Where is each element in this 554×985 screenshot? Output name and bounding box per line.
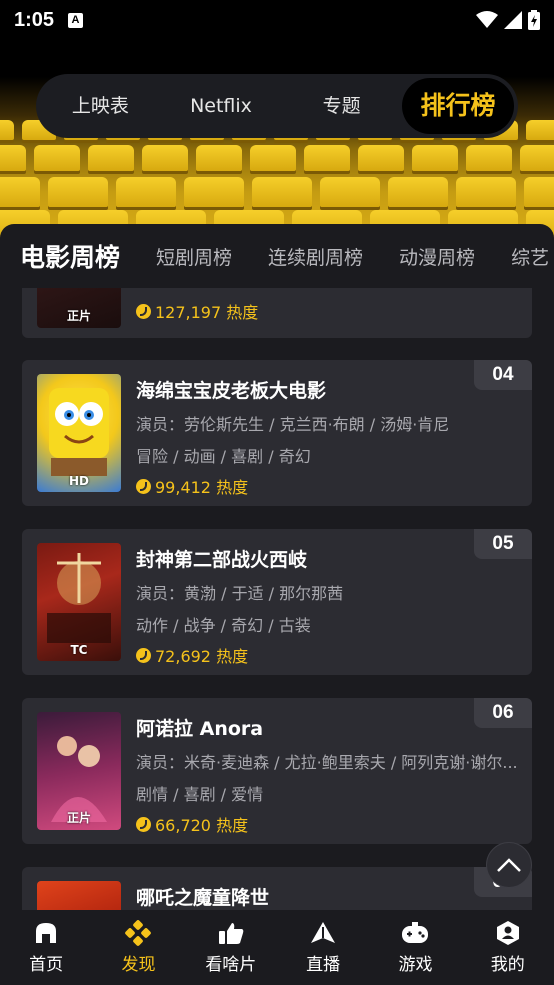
movie-title: 封神第二部战火西岐 (136, 549, 308, 571)
heat-icon (136, 816, 151, 832)
seat-row (0, 145, 554, 171)
ranking-list: 正片 127,197 热度 04 HD 海绵宝宝皮老板大电影 演员：劳伦斯先生 … (0, 288, 554, 914)
list-item[interactable]: 正片 127,197 热度 (22, 288, 532, 338)
movie-cast: 演员：劳伦斯先生 / 克兰西·布朗 / 汤姆·肯尼 (136, 415, 450, 434)
heat-score: 127,197 热度 (136, 299, 528, 323)
category-tabs: 电影周榜 短剧周榜 连续剧周榜 动漫周榜 综艺 (0, 224, 554, 288)
discover-icon (124, 920, 152, 946)
tab-topics[interactable]: 专题 (281, 78, 402, 134)
thumbs-up-icon (217, 920, 245, 946)
nav-profile[interactable]: 我的 (462, 910, 554, 985)
heat-icon (136, 647, 151, 663)
notification-icon: A (68, 12, 84, 28)
poster-badge: HD (68, 474, 89, 488)
profile-icon (494, 920, 522, 946)
tab-series-weekly[interactable]: 连续剧周榜 (268, 243, 363, 270)
poster-badge: 正片 (66, 309, 91, 323)
poster-image: HD (37, 374, 121, 492)
heat-score: 99,412 热度 (136, 474, 528, 498)
movie-genres: 冒险 / 动画 / 喜剧 / 奇幻 (136, 447, 311, 466)
nav-label: 首页 (29, 955, 64, 975)
movie-genres: 动作 / 战争 / 奇幻 / 古装 (136, 616, 311, 635)
nav-label: 发现 (121, 955, 156, 975)
nav-home[interactable]: 首页 (0, 910, 92, 985)
tab-anime-weekly[interactable]: 动漫周榜 (399, 243, 475, 270)
list-item[interactable]: 05 TC 封神第二部战火西岐 演员：黄渤 / 于适 / 那尔那茜 动作 / 战… (22, 529, 532, 675)
tab-short-drama-weekly[interactable]: 短剧周榜 (156, 243, 232, 270)
movie-cast: 演员：黄渤 / 于适 / 那尔那茜 (136, 584, 344, 603)
movie-title: 阿诺拉 Anora (136, 718, 264, 740)
chevron-up-icon (497, 858, 521, 872)
movie-title: 哪吒之魔童降世 (136, 887, 270, 909)
movie-genres: 剧情 / 喜剧 / 爱情 (136, 785, 264, 804)
seat-row (0, 177, 554, 207)
bottom-nav: 首页 发现 看啥片 直播 游戏 我的 (0, 910, 554, 985)
heat-score: 66,720 热度 (136, 812, 528, 836)
tab-variety[interactable]: 综艺 (511, 243, 549, 270)
rankings-panel: 电影周榜 短剧周榜 连续剧周榜 动漫周榜 综艺 正片 127,197 热度 04 (0, 224, 554, 914)
nav-label: 游戏 (398, 955, 433, 975)
nav-discover[interactable]: 发现 (92, 910, 184, 985)
top-tabs: 上映表 Netflix 专题 排行榜 (36, 74, 518, 138)
movie-title: 海绵宝宝皮老板大电影 (136, 380, 327, 402)
scroll-to-top-button[interactable] (486, 842, 532, 888)
battery-icon (528, 10, 540, 30)
gamepad-icon (401, 920, 429, 946)
nav-recommend[interactable]: 看啥片 (185, 910, 277, 985)
nav-games[interactable]: 游戏 (369, 910, 461, 985)
list-item[interactable]: 06 正片 阿诺拉 Anora 演员：米奇·麦迪森 / 尤拉·鲍里索夫 / 阿列… (22, 698, 532, 844)
signal-icon (504, 11, 522, 29)
status-time: 1:05 (14, 8, 55, 31)
list-item[interactable]: 04 HD 海绵宝宝皮老板大电影 演员：劳伦斯先生 / 克兰西·布朗 / 汤姆·… (22, 360, 532, 506)
live-icon (309, 920, 337, 946)
poster-badge: TC (70, 643, 88, 657)
tab-rankings[interactable]: 排行榜 (402, 78, 515, 134)
tab-netflix[interactable]: Netflix (161, 78, 282, 134)
status-icons (476, 10, 540, 30)
movie-cast: 演员：米奇·麦迪森 / 尤拉·鲍里索夫 / 阿列克谢·谢尔... (136, 753, 518, 772)
poster-badge: 正片 (66, 811, 91, 825)
status-bar: 1:05 A (0, 0, 554, 40)
nav-live[interactable]: 直播 (277, 910, 369, 985)
nav-label: 直播 (306, 955, 341, 975)
heat-icon (136, 478, 151, 494)
nav-label: 我的 (490, 955, 525, 975)
heat-score: 72,692 热度 (136, 643, 528, 667)
tab-movie-weekly[interactable]: 电影周榜 (20, 238, 120, 274)
poster-image: TC (37, 543, 121, 661)
wifi-icon (476, 11, 498, 28)
home-icon (32, 920, 60, 946)
tab-schedule[interactable]: 上映表 (40, 78, 161, 134)
nav-label: 看啥片 (205, 955, 257, 975)
poster-image: 正片 (37, 712, 121, 830)
poster-image: 正片 (37, 288, 121, 328)
heat-icon (136, 303, 151, 319)
list-item[interactable]: 07 哪吒之魔童降世 (22, 867, 532, 914)
